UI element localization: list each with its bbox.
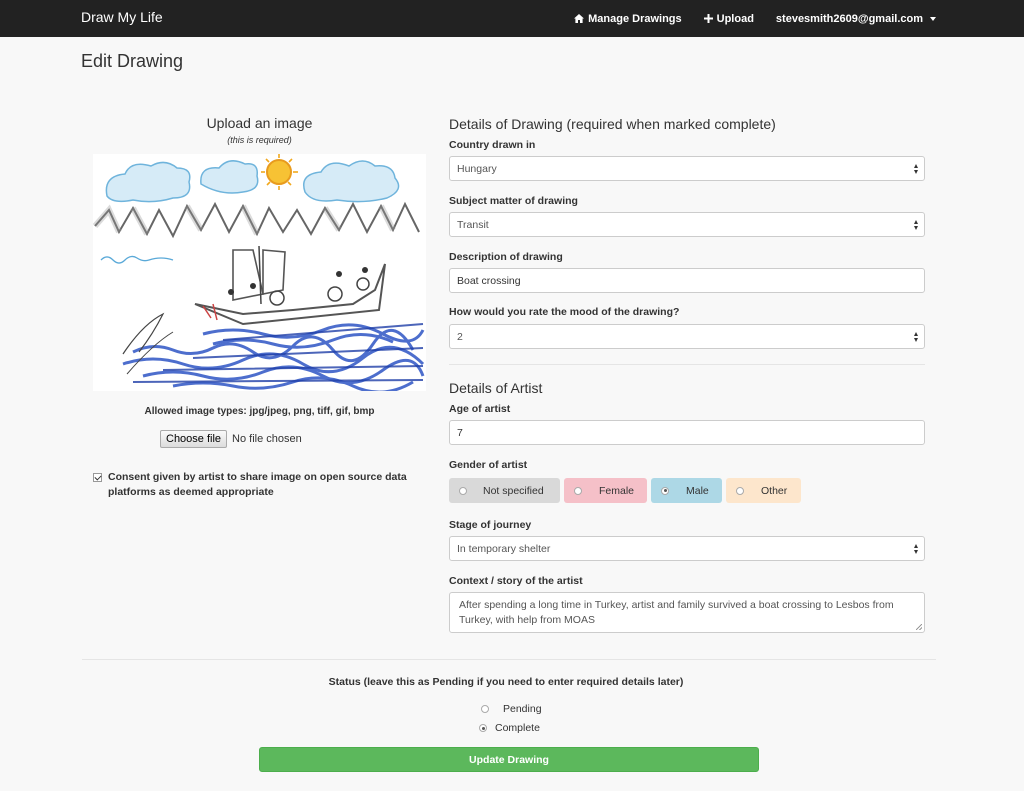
country-label: Country drawn in: [449, 139, 536, 151]
status-option-pending[interactable]: Pending: [481, 703, 542, 715]
resize-handle-icon[interactable]: [916, 624, 922, 630]
age-value: 7: [457, 426, 463, 439]
stage-select[interactable]: In temporary shelter: [449, 536, 925, 561]
section-divider: [449, 364, 925, 365]
status-option-label: Complete: [495, 722, 540, 734]
upload-link[interactable]: Upload: [703, 12, 754, 25]
user-email: stevesmith2609@gmail.com: [775, 12, 923, 25]
status-option-label: Pending: [503, 703, 542, 715]
select-arrows-icon: [914, 219, 919, 231]
country-select[interactable]: Hungary: [449, 156, 925, 181]
bottom-divider: [82, 659, 936, 660]
consent-row: Consent given by artist to share image o…: [93, 470, 423, 500]
page-title: Edit Drawing: [81, 51, 184, 71]
gender-label: Gender of artist: [449, 459, 528, 471]
radio-male: [661, 486, 669, 495]
stage-label: Stage of journey: [449, 519, 532, 531]
radio-not-specified: [459, 486, 467, 495]
mood-value: 2: [457, 330, 463, 343]
stage-value: In temporary shelter: [457, 542, 551, 555]
mood-label: How would you rate the mood of the drawi…: [449, 306, 680, 318]
upload-panel: Upload an image (this is required) Allow…: [92, 112, 427, 498]
manage-drawings-link[interactable]: Manage Drawings: [574, 13, 682, 25]
gender-option-other[interactable]: Other: [726, 478, 801, 503]
update-drawing-button[interactable]: Update Drawing: [259, 747, 759, 772]
drawing-details-heading: Details of Drawing (required when marked…: [449, 116, 776, 132]
drawing-image: [93, 154, 426, 391]
gender-option-label: Male: [686, 484, 709, 497]
consent-label: Consent given by artist to share image o…: [108, 471, 407, 498]
gender-option-label: Female: [599, 484, 635, 497]
navbar-right: Manage Drawings Upload stevesmith2609@gm…: [574, 0, 936, 37]
artist-details-heading: Details of Artist: [449, 380, 543, 396]
gender-option-female[interactable]: Female: [564, 478, 647, 503]
select-arrows-icon: [914, 331, 919, 343]
radio-other: [736, 486, 744, 495]
manage-drawings-label: Manage Drawings: [588, 12, 682, 25]
radio-complete: [479, 724, 487, 732]
plus-icon: [703, 14, 713, 23]
description-input[interactable]: Boat crossing: [449, 268, 925, 293]
subject-value: Transit: [457, 218, 489, 231]
select-arrows-icon: [914, 543, 919, 555]
radio-pending: [481, 705, 489, 713]
age-input[interactable]: 7: [449, 420, 925, 445]
user-menu-dropdown[interactable]: stevesmith2609@gmail.com: [776, 13, 936, 25]
gender-option-male[interactable]: Male: [651, 478, 722, 503]
file-status: No file chosen: [232, 433, 302, 445]
context-textarea[interactable]: After spending a long time in Turkey, ar…: [449, 592, 925, 633]
context-label: Context / story of the artist: [449, 575, 583, 587]
choose-file-button[interactable]: Choose file: [160, 430, 228, 448]
brand-link[interactable]: Draw My Life: [81, 9, 163, 25]
home-icon: [574, 14, 585, 23]
gender-options: Not specified Female Male Other: [449, 478, 801, 503]
select-arrows-icon: [914, 163, 919, 175]
consent-checkbox[interactable]: [93, 473, 102, 482]
mood-select[interactable]: 2: [449, 324, 925, 349]
gender-option-not-specified[interactable]: Not specified: [449, 478, 560, 503]
upload-label: Upload: [716, 12, 754, 25]
status-label: Status (leave this as Pending if you nee…: [328, 676, 684, 688]
gender-option-label: Not specified: [483, 484, 544, 497]
radio-female: [574, 486, 582, 495]
file-input: Choose file No file chosen: [160, 430, 302, 448]
gender-option-label: Other: [761, 484, 788, 497]
allowed-types-text: Allowed image types: jpg/jpeg, png, tiff…: [144, 406, 375, 417]
status-option-complete[interactable]: Complete: [479, 722, 540, 734]
country-value: Hungary: [457, 162, 497, 175]
upload-heading: Upload an image: [206, 115, 313, 131]
description-label: Description of drawing: [449, 251, 563, 263]
subject-select[interactable]: Transit: [449, 212, 925, 237]
navbar: Draw My Life Manage Drawings Upload stev…: [0, 0, 1024, 37]
description-value: Boat crossing: [457, 274, 521, 287]
caret-down-icon: [930, 16, 936, 21]
subject-label: Subject matter of drawing: [449, 195, 578, 207]
upload-required-note: (this is required): [227, 135, 292, 145]
age-label: Age of artist: [449, 403, 511, 415]
context-value: After spending a long time in Turkey, ar…: [459, 599, 894, 626]
